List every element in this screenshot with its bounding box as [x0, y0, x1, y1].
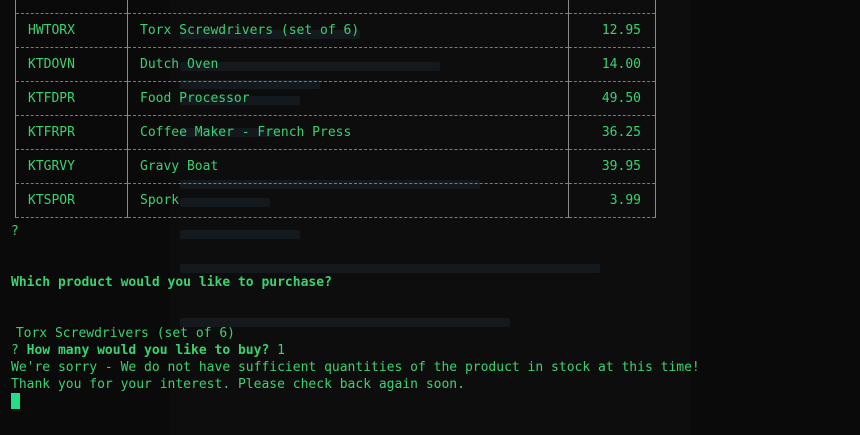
- table-row: KTGRVY Gravy Boat 39.95: [16, 149, 656, 184]
- quantity-prompt-line: ? How many would you like to buy? 1: [11, 343, 285, 358]
- table-row: KTSPOR Spork 3.99: [16, 183, 656, 218]
- text-cursor[interactable]: [11, 393, 20, 409]
- product-table: HWTORX Torx Screwdrivers (set of 6) 12.9…: [15, 0, 656, 218]
- prompt-marker: ?: [11, 343, 19, 358]
- quantity-answer[interactable]: 1: [277, 343, 285, 358]
- product-price-cell: [568, 0, 656, 14]
- product-price-cell: 49.50: [568, 81, 656, 116]
- table-row: HWTORX Torx Screwdrivers (set of 6) 12.9…: [16, 13, 656, 48]
- sorry-message: We're sorry - We do not have sufficient …: [11, 360, 700, 375]
- product-price-cell: 36.25: [568, 115, 656, 150]
- table-row: [16, 0, 656, 14]
- purchase-question: Which product would you like to purchase…: [11, 275, 332, 290]
- table-row: KTDOVN Dutch Oven 14.00: [16, 47, 656, 82]
- product-id-cell: KTFRPR: [16, 115, 128, 150]
- product-price-cell: 12.95: [568, 13, 656, 48]
- product-id-cell: HWTORX: [16, 13, 128, 48]
- thanks-message: Thank you for your interest. Please chec…: [11, 377, 465, 392]
- product-id-cell: KTDOVN: [16, 47, 128, 82]
- product-price-cell: 3.99: [568, 183, 656, 218]
- product-name-cell: Gravy Boat: [127, 149, 569, 184]
- product-name-cell: Food Processor: [127, 81, 569, 116]
- product-name-cell: Dutch Oven: [127, 47, 569, 82]
- product-id-cell: KTGRVY: [16, 149, 128, 184]
- product-price-cell: 39.95: [568, 149, 656, 184]
- product-name-cell: Torx Screwdrivers (set of 6): [127, 13, 569, 48]
- product-id-cell: KTSPOR: [16, 183, 128, 218]
- selected-product[interactable]: Torx Screwdrivers (set of 6): [8, 326, 235, 341]
- quantity-question: How many would you like to buy?: [26, 343, 270, 358]
- product-name-cell: [127, 0, 569, 14]
- product-id-cell: [16, 0, 128, 14]
- table-row: KTFRPR Coffee Maker - French Press 36.25: [16, 115, 656, 150]
- product-price-cell: 14.00: [568, 47, 656, 82]
- table-row: KTFDPR Food Processor 49.50: [16, 81, 656, 116]
- product-name-cell: Spork: [127, 183, 569, 218]
- terminal-window[interactable]: HWTORX Torx Screwdrivers (set of 6) 12.9…: [0, 0, 860, 435]
- product-name-cell: Coffee Maker - French Press: [127, 115, 569, 150]
- prompt-marker: ?: [11, 224, 19, 239]
- product-id-cell: KTFDPR: [16, 81, 128, 116]
